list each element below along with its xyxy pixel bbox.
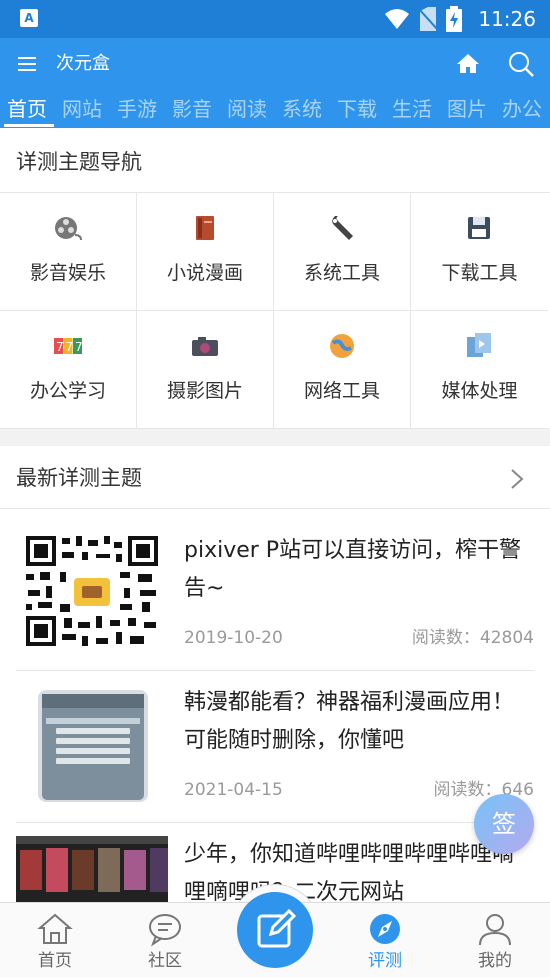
article-read-count: 阅读数：42804 [411, 628, 534, 648]
topic-label: 下载工具 [441, 262, 518, 284]
tab-download[interactable]: 下载 [337, 96, 377, 122]
wrench-icon [332, 216, 353, 240]
status-bar: A 11:26 [0, 0, 550, 38]
tab-system[interactable]: 系统 [282, 96, 322, 122]
person-icon [479, 914, 511, 946]
article-title: 韩漫都能看？神器福利漫画应用！可能随时删除，你懂吧 [184, 690, 515, 753]
nav-profile[interactable]: 我的 [440, 903, 550, 977]
home-icon[interactable] [454, 50, 482, 78]
topic-label: 小说漫画 [166, 262, 243, 284]
article-date: 2021-04-15 [184, 780, 283, 800]
nav-label: 评测 [368, 951, 402, 971]
compass-icon [370, 914, 400, 944]
battery-charging-icon [446, 6, 462, 32]
sign-in-button[interactable]: 签 [474, 794, 534, 854]
no-sim-icon [418, 7, 438, 31]
tab-reading[interactable]: 阅读 [227, 96, 267, 122]
topic-system-tools[interactable]: 系统工具 [274, 193, 411, 311]
website-screenshot-thumbnail [16, 836, 168, 906]
floppy-disk-icon [468, 217, 490, 239]
divider [16, 822, 534, 823]
topic-label: 影音娱乐 [29, 262, 106, 284]
category-tabs: 首页 网站 手游 影音 阅读 系统 下载 生活 图片 办公 [0, 90, 550, 128]
book-icon [196, 216, 214, 240]
nav-label: 社区 [148, 951, 182, 971]
topic-office-study[interactable]: 777 办公学习 [0, 311, 137, 429]
divider [0, 508, 550, 509]
article-item[interactable]: pixiver P站可以直接访问，榨干警告~ 2019-10-20 阅读数：42… [16, 532, 534, 684]
divider [16, 670, 534, 671]
topic-novels-comics[interactable]: 小说漫画 [137, 193, 274, 311]
topic-photography[interactable]: 摄影图片 [137, 311, 274, 429]
article-item[interactable]: 韩漫都能看？神器福利漫画应用！可能随时删除，你懂吧 2021-04-15 阅读数… [16, 684, 534, 836]
svg-text:7: 7 [75, 340, 83, 354]
app-notification-icon: A [20, 9, 38, 27]
tab-mobile-games[interactable]: 手游 [117, 96, 157, 122]
tab-office[interactable]: 办公 [502, 96, 542, 122]
topic-label: 办公学习 [29, 380, 106, 402]
section-title: 详测主题导航 [16, 150, 142, 174]
topic-network-tools[interactable]: 网络工具 [274, 311, 411, 429]
tab-websites[interactable]: 网站 [62, 96, 102, 122]
app-title: 次元盒 [56, 53, 110, 74]
chevron-right-icon[interactable] [508, 468, 526, 490]
nav-reviews[interactable]: 评测 [330, 903, 440, 977]
topic-label: 摄影图片 [166, 380, 243, 402]
globe-icon [330, 334, 354, 358]
nav-label: 我的 [478, 951, 512, 971]
tab-life[interactable]: 生活 [392, 96, 432, 122]
topic-label: 网络工具 [303, 380, 380, 402]
tab-images[interactable]: 图片 [447, 96, 487, 122]
phone-screenshot-thumbnail [16, 684, 168, 804]
camera-icon [192, 337, 218, 356]
tab-media[interactable]: 影音 [172, 96, 212, 122]
wifi-icon [385, 9, 409, 29]
active-tab-indicator [4, 124, 54, 127]
menu-icon[interactable] [16, 52, 40, 76]
clock: 11:26 [478, 7, 536, 31]
nav-community[interactable]: 社区 [110, 903, 220, 977]
topic-grid: 影音娱乐 小说漫画 系统工具 下载工具 777 办公学习 摄影图片 网络工具 媒 [0, 192, 550, 429]
article-date: 2019-10-20 [184, 628, 283, 648]
topic-media-processing[interactable]: 媒体处理 [411, 311, 548, 429]
section-title: 最新详测主题 [16, 466, 142, 490]
nav-home[interactable]: 首页 [0, 903, 110, 977]
topic-label: 媒体处理 [441, 380, 518, 402]
nav-label: 首页 [38, 951, 72, 971]
film-reel-icon [55, 217, 82, 241]
edit-icon [257, 908, 297, 948]
app-bar: 次元盒 [0, 38, 550, 90]
media-file-icon [467, 333, 491, 357]
latest-topics: 最新详测主题 pixiver P站可以直接访问，榨干警告~ 2019-10-20… [0, 446, 550, 906]
chat-bubble-icon [149, 914, 181, 947]
topic-download-tools[interactable]: 下载工具 [411, 193, 548, 311]
home-outline-icon [37, 913, 73, 944]
svg-text:7: 7 [66, 340, 74, 354]
tab-home[interactable]: 首页 [7, 96, 47, 122]
article-title: pixiver P站可以直接访问，榨干警告~ [184, 538, 522, 601]
svg-text:7: 7 [56, 340, 64, 354]
search-icon[interactable] [506, 49, 536, 79]
topic-label: 系统工具 [303, 262, 380, 284]
topic-navigation: 详测主题导航 影音娱乐 小说漫画 系统工具 下载工具 777 办公学习 摄影图片… [0, 128, 550, 429]
qr-code-thumbnail [16, 532, 168, 652]
topic-media-entertainment[interactable]: 影音娱乐 [0, 193, 137, 311]
publish-button[interactable] [237, 892, 313, 968]
slot-777-icon: 777 [54, 338, 83, 354]
